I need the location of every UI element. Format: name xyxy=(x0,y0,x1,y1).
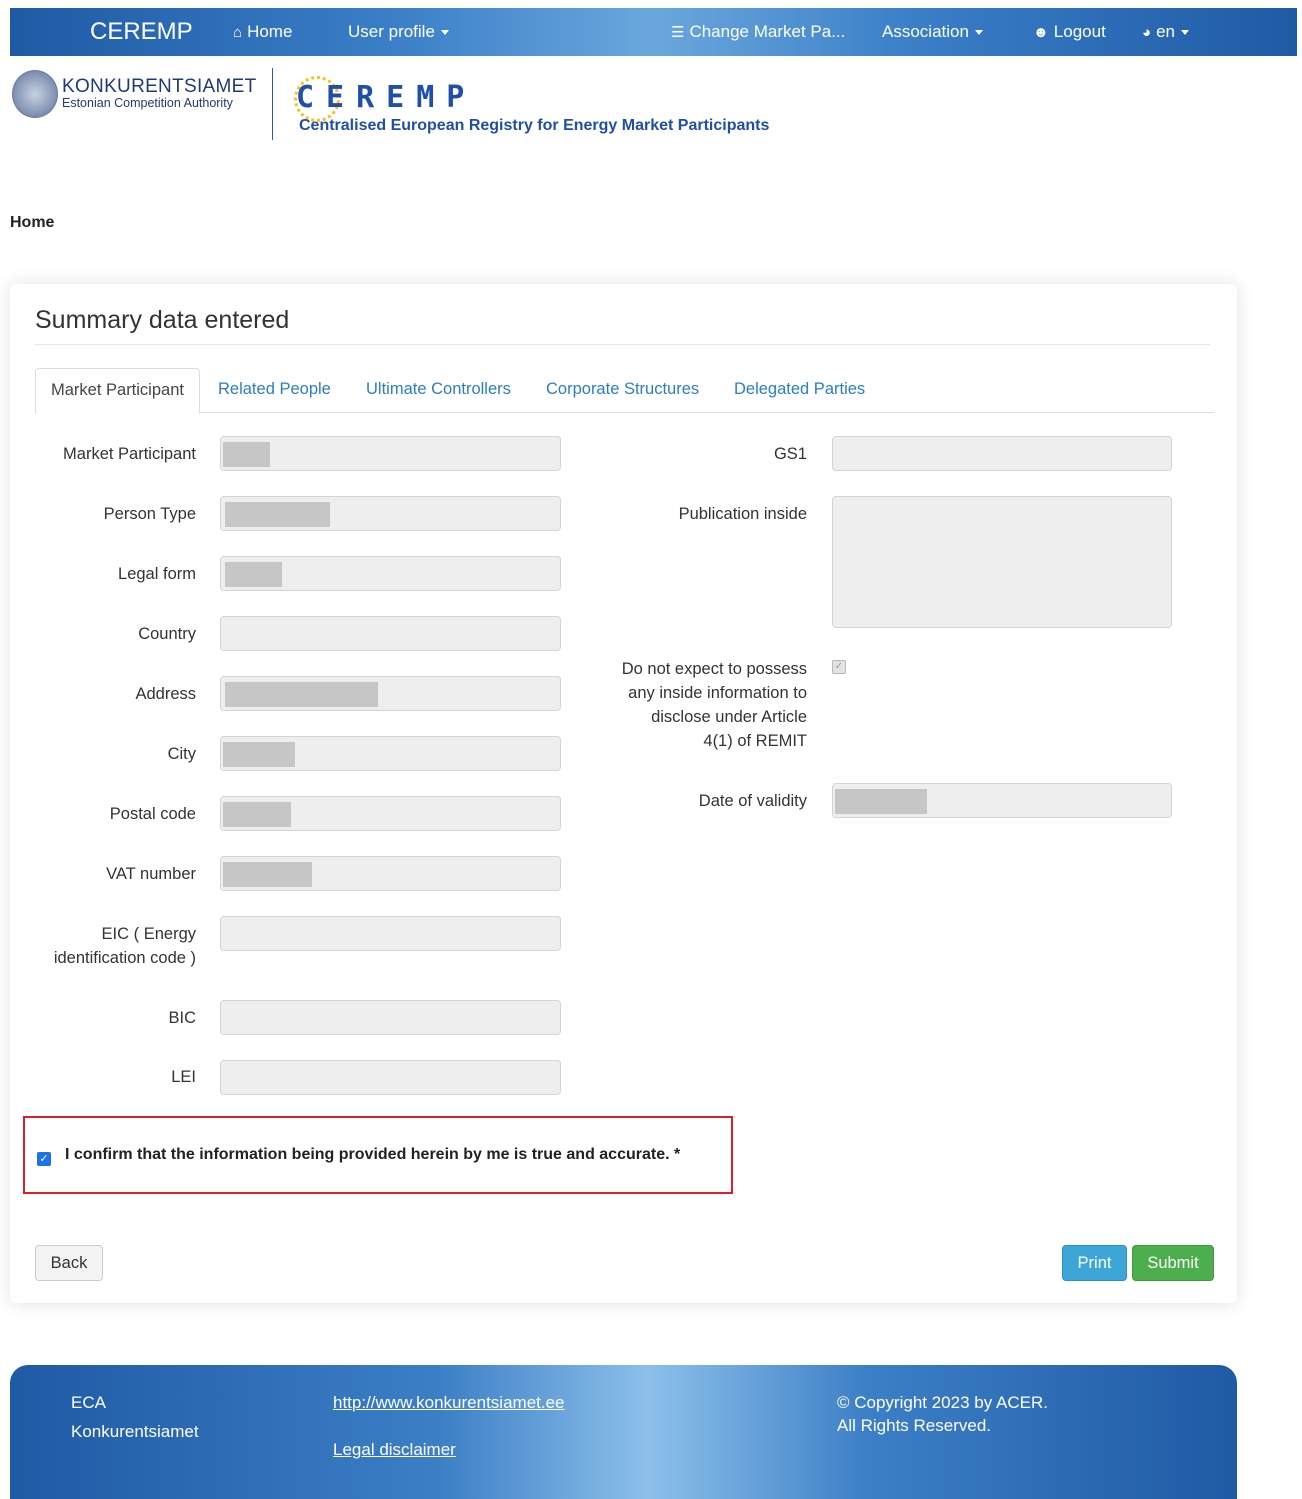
panel-title: Summary data entered xyxy=(35,306,290,334)
city-label: City xyxy=(167,745,196,763)
submit-button[interactable]: Submit xyxy=(1132,1245,1214,1281)
legal-form-field[interactable] xyxy=(220,556,561,591)
nav-home[interactable]: ⌂ Home xyxy=(233,8,292,56)
no-inside-info-line2: any inside information to xyxy=(628,684,807,702)
redacted-value xyxy=(225,502,330,527)
country-field[interactable] xyxy=(220,616,561,651)
brand-link[interactable]: CEREMP xyxy=(90,8,193,56)
lei-label: LEI xyxy=(171,1068,196,1086)
footer-org: Konkurentsiamet xyxy=(71,1422,199,1441)
nav-language-label: en xyxy=(1156,22,1175,41)
caret-down-icon xyxy=(440,30,449,36)
tab-corporate-structures[interactable]: Corporate Structures xyxy=(531,368,714,411)
eic-label-line2: identification code ) xyxy=(53,949,196,967)
konkurentsiamet-logo: KONKURENTSIAMET Estonian Competition Aut… xyxy=(10,66,256,122)
redacted-value xyxy=(835,789,927,814)
authority-subtitle: Estonian Competition Authority xyxy=(62,96,233,110)
seal-icon xyxy=(12,70,58,118)
divider xyxy=(35,344,1210,345)
nav-logout[interactable]: ☻ Logout xyxy=(1033,8,1106,56)
tab-market-participant[interactable]: Market Participant xyxy=(35,368,200,414)
no-inside-info-checkbox[interactable]: ✓ xyxy=(832,660,846,674)
no-inside-info-line4: 4(1) of REMIT xyxy=(703,732,807,750)
tab-delegated-parties[interactable]: Delegated Parties xyxy=(719,368,880,411)
nav-change-market[interactable]: ☰ Change Market Pa... xyxy=(671,8,845,56)
redacted-value xyxy=(225,562,282,587)
confirm-highlight-box: ✓ I confirm that the information being p… xyxy=(23,1116,733,1194)
confirm-label: I confirm that the information being pro… xyxy=(65,1146,681,1163)
globe-icon: ◕ xyxy=(1142,24,1152,41)
date-of-validity-field[interactable] xyxy=(832,783,1172,818)
ceremp-logo: CEREMP xyxy=(296,80,477,115)
print-button[interactable]: Print xyxy=(1062,1245,1127,1281)
postal-code-field[interactable] xyxy=(220,796,561,831)
nav-user-profile-label: User profile xyxy=(348,22,435,41)
caret-down-icon xyxy=(974,30,983,36)
top-navbar: CEREMP ⌂ Home User profile ☰ Change Market… xyxy=(10,8,1297,56)
nav-change-market-label: Change Market Pa... xyxy=(689,22,846,41)
no-inside-info-line1: Do not expect to possess xyxy=(621,660,807,678)
redacted-value xyxy=(223,442,270,467)
nav-home-label: Home xyxy=(247,22,293,41)
bic-field[interactable] xyxy=(220,1000,561,1035)
authority-name: KONKURENTSIAMET xyxy=(62,76,257,97)
nav-user-profile[interactable]: User profile xyxy=(348,8,449,56)
no-inside-info-line3: disclose under Article xyxy=(651,708,807,726)
nav-association-label: Association xyxy=(882,22,969,41)
redacted-value xyxy=(225,682,378,707)
eic-field[interactable] xyxy=(220,916,561,951)
vat-number-field[interactable] xyxy=(220,856,561,891)
market-participant-field[interactable] xyxy=(220,436,561,471)
eic-label-line1: EIC ( Energy xyxy=(101,925,196,943)
header-divider xyxy=(272,68,273,140)
list-icon: ☰ xyxy=(671,24,685,41)
market-participant-label: Market Participant xyxy=(63,445,196,463)
tab-bar: Market Participant Related People Ultima… xyxy=(35,368,1214,414)
city-field[interactable] xyxy=(220,736,561,771)
person-type-field[interactable] xyxy=(220,496,561,531)
gs1-field[interactable] xyxy=(832,436,1172,471)
summary-panel: Summary data entered Market Participant … xyxy=(10,284,1237,1303)
publication-inside-textarea[interactable] xyxy=(832,496,1172,628)
tab-ultimate-controllers[interactable]: Ultimate Controllers xyxy=(351,368,526,411)
footer-website-link[interactable]: http://www.konkurentsiamet.ee xyxy=(333,1393,565,1413)
redacted-value xyxy=(223,862,312,887)
confirm-checkbox[interactable]: ✓ xyxy=(37,1152,51,1166)
no-inside-info-label: Do not expect to possess any inside info… xyxy=(570,657,807,753)
ceremp-tagline: Centralised European Registry for Energy… xyxy=(299,117,770,134)
vat-number-label: VAT number xyxy=(106,865,196,883)
gs1-label: GS1 xyxy=(773,445,807,463)
address-field[interactable] xyxy=(220,676,561,711)
legal-form-label: Legal form xyxy=(118,565,196,583)
eic-label: EIC ( Energy identification code ) xyxy=(30,922,196,970)
redacted-value xyxy=(223,802,291,827)
lei-field[interactable] xyxy=(220,1060,561,1095)
nav-language[interactable]: ◕ en xyxy=(1142,8,1189,56)
redacted-value xyxy=(223,742,295,767)
breadcrumb[interactable]: Home xyxy=(10,214,54,232)
bic-label: BIC xyxy=(168,1009,196,1027)
user-icon: ☻ xyxy=(1033,24,1049,41)
footer-copyright: © Copyright 2023 by ACER. xyxy=(837,1393,1048,1412)
footer-eca: ECA xyxy=(71,1393,106,1412)
back-button[interactable]: Back xyxy=(35,1245,103,1281)
person-type-label: Person Type xyxy=(103,505,196,523)
footer-legal-link[interactable]: Legal disclaimer xyxy=(333,1440,456,1460)
postal-code-label: Postal code xyxy=(109,805,196,823)
home-icon: ⌂ xyxy=(233,24,243,41)
nav-association[interactable]: Association xyxy=(882,8,983,56)
address-label: Address xyxy=(135,685,196,703)
country-label: Country xyxy=(138,625,196,643)
footer-rights: All Rights Reserved. xyxy=(837,1416,992,1435)
nav-logout-label: Logout xyxy=(1053,22,1106,41)
caret-down-icon xyxy=(1180,30,1189,36)
tab-related-people[interactable]: Related People xyxy=(203,368,346,411)
date-of-validity-label: Date of validity xyxy=(698,792,807,810)
publication-inside-label: Publication inside xyxy=(678,505,807,523)
footer: ECA Konkurentsiamet http://www.konkurent… xyxy=(10,1365,1237,1499)
